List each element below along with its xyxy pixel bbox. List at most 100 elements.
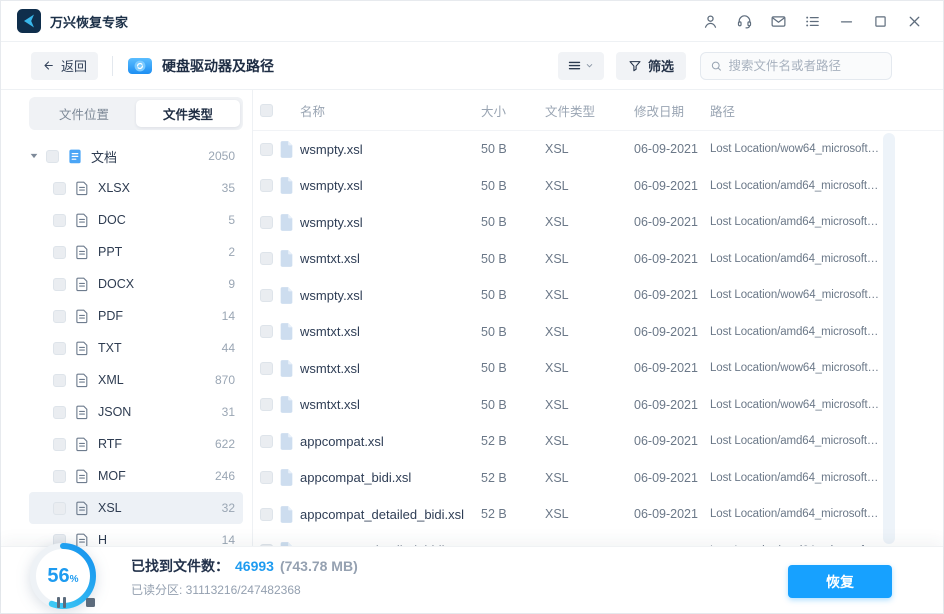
table-row[interactable]: wsmpty.xsl 50 B XSL 06-09-2021 Lost Loca… bbox=[253, 168, 943, 205]
file-icon bbox=[280, 213, 293, 231]
row-checkbox[interactable] bbox=[260, 398, 273, 412]
table-row[interactable]: appcompat.xsl 52 B XSL 06-09-2021 Lost L… bbox=[253, 423, 943, 460]
file-icon bbox=[280, 323, 293, 341]
file-type-label: MOF bbox=[98, 469, 126, 483]
vertical-scrollbar[interactable] bbox=[883, 133, 895, 544]
item-checkbox[interactable] bbox=[53, 373, 66, 387]
file-type-item[interactable]: TXT 44 bbox=[29, 332, 243, 364]
table-row[interactable]: wsmtxt.xsl 50 B XSL 06-09-2021 Lost Loca… bbox=[253, 387, 943, 424]
row-checkbox[interactable] bbox=[260, 507, 273, 521]
filter-button[interactable]: 筛选 bbox=[615, 51, 686, 80]
table-row[interactable]: wsmpty.xsl 50 B XSL 06-09-2021 Lost Loca… bbox=[253, 277, 943, 314]
row-checkbox[interactable] bbox=[260, 142, 273, 156]
file-type-item[interactable]: MOF 246 bbox=[29, 460, 243, 492]
group-checkbox[interactable] bbox=[46, 149, 59, 163]
table-row[interactable]: wsmpty.xsl 50 B XSL 06-09-2021 Lost Loca… bbox=[253, 204, 943, 241]
row-checkbox[interactable] bbox=[260, 325, 273, 339]
row-checkbox[interactable] bbox=[260, 179, 273, 193]
item-checkbox[interactable] bbox=[53, 501, 66, 515]
close-icon[interactable] bbox=[905, 12, 923, 30]
select-all-checkbox[interactable] bbox=[260, 103, 273, 117]
maximize-icon[interactable] bbox=[871, 12, 889, 30]
support-headset-icon[interactable] bbox=[735, 12, 753, 30]
tab-file-type[interactable]: 文件类型 bbox=[136, 100, 240, 127]
file-type-label: DOCX bbox=[98, 277, 135, 291]
file-path: Lost Location/amd64_microsoft-wind... bbox=[710, 216, 904, 229]
table-row[interactable]: appcompat_detailed_bidi.xsl 52 B XSL 06-… bbox=[253, 496, 943, 533]
file-size: 50 B bbox=[481, 397, 507, 412]
task-list-icon[interactable] bbox=[803, 12, 821, 30]
search-input[interactable] bbox=[728, 58, 882, 73]
row-checkbox[interactable] bbox=[260, 215, 273, 229]
file-type-item[interactable]: DOC 5 bbox=[29, 204, 243, 236]
file-path: Lost Location/amd64_microsoft-wind... bbox=[710, 435, 904, 448]
hard-drive-icon bbox=[128, 57, 153, 74]
list-view-icon bbox=[569, 61, 581, 70]
item-checkbox[interactable] bbox=[53, 309, 66, 323]
file-type-item[interactable]: PDF 14 bbox=[29, 300, 243, 332]
file-type-item[interactable]: XLSX 35 bbox=[29, 172, 243, 204]
item-checkbox[interactable] bbox=[53, 245, 66, 259]
caret-down-icon[interactable] bbox=[29, 151, 39, 161]
file-type-count: 246 bbox=[214, 469, 235, 483]
file-type-tree: 文档 2050 XLSX 35 DOC 5 PPT 2 DOCX 9 PDF 1… bbox=[29, 140, 243, 556]
pause-scan-button[interactable] bbox=[57, 597, 66, 608]
file-type: XSL bbox=[545, 434, 569, 449]
file-date: 06-09-2021 bbox=[634, 288, 698, 303]
group-count: 2050 bbox=[208, 149, 235, 163]
item-checkbox[interactable] bbox=[53, 181, 66, 195]
filter-label: 筛选 bbox=[647, 59, 674, 74]
row-checkbox[interactable] bbox=[260, 434, 273, 448]
file-type-icon bbox=[76, 341, 88, 356]
file-date: 06-09-2021 bbox=[634, 397, 698, 412]
file-type-item[interactable]: PPT 2 bbox=[29, 236, 243, 268]
item-checkbox[interactable] bbox=[53, 405, 66, 419]
found-files-count: 46993 bbox=[235, 558, 274, 574]
file-path: Lost Location/amd64_microsoft-wind... bbox=[710, 325, 904, 338]
tree-group-documents[interactable]: 文档 2050 bbox=[29, 140, 243, 172]
table-row[interactable]: appcompat_bidi.xsl 52 B XSL 06-09-2021 L… bbox=[253, 460, 943, 497]
table-row[interactable]: wsmtxt.xsl 50 B XSL 06-09-2021 Lost Loca… bbox=[253, 314, 943, 351]
row-checkbox[interactable] bbox=[260, 471, 273, 485]
recover-button[interactable]: 恢复 bbox=[788, 565, 892, 598]
stop-scan-button[interactable] bbox=[86, 598, 95, 607]
item-checkbox[interactable] bbox=[53, 277, 66, 291]
item-checkbox[interactable] bbox=[53, 469, 66, 483]
file-type-item[interactable]: RTF 622 bbox=[29, 428, 243, 460]
table-row[interactable]: appcompat_detailed_bidi_txt 52 B XSL 06-… bbox=[253, 533, 943, 546]
file-type-count: 44 bbox=[221, 341, 235, 355]
feedback-mail-icon[interactable] bbox=[769, 12, 787, 30]
row-checkbox[interactable] bbox=[260, 288, 273, 302]
tab-file-location[interactable]: 文件位置 bbox=[32, 100, 136, 127]
file-date: 06-09-2021 bbox=[634, 251, 698, 266]
file-name: wsmpty.xsl bbox=[300, 214, 363, 230]
account-icon[interactable] bbox=[701, 12, 719, 30]
toolbar: 返回 硬盘驱动器及路径 筛选 bbox=[1, 42, 943, 90]
file-type-item[interactable]: XSL 32 bbox=[29, 492, 243, 524]
file-name: wsmtxt.xsl bbox=[300, 397, 360, 413]
item-checkbox[interactable] bbox=[53, 341, 66, 355]
file-type-count: 32 bbox=[221, 501, 235, 515]
file-date: 06-09-2021 bbox=[634, 178, 698, 193]
chevron-down-icon bbox=[587, 64, 593, 68]
app-window: 万兴恢复专家 返回 硬盘驱动器及路径 筛选 搜索文件名或者路径 文件位置 文件类… bbox=[0, 0, 944, 614]
item-checkbox[interactable] bbox=[53, 213, 66, 227]
row-checkbox[interactable] bbox=[260, 252, 273, 266]
app-logo-icon bbox=[17, 9, 41, 33]
file-type-item[interactable]: DOCX 9 bbox=[29, 268, 243, 300]
partition-progress: 已读分区: 31113216/247482368 bbox=[131, 583, 301, 597]
back-button[interactable]: 返回 bbox=[31, 51, 99, 80]
file-type-item[interactable]: XML 870 bbox=[29, 364, 243, 396]
row-checkbox[interactable] bbox=[260, 361, 273, 375]
file-type: XSL bbox=[545, 507, 569, 522]
item-checkbox[interactable] bbox=[53, 437, 66, 451]
table-row[interactable]: wsmtxt.xsl 50 B XSL 06-09-2021 Lost Loca… bbox=[253, 241, 943, 278]
minimize-icon[interactable] bbox=[837, 12, 855, 30]
table-row[interactable]: wsmpty.xsl 50 B XSL 06-09-2021 Lost Loca… bbox=[253, 131, 943, 168]
title-bar: 万兴恢复专家 bbox=[1, 1, 943, 42]
view-mode-button[interactable] bbox=[557, 51, 604, 80]
file-type: XSL bbox=[545, 470, 569, 485]
content-area: 文件位置 文件类型 文档 2050 XLSX 35 DOC 5 PPT 2 DO… bbox=[1, 89, 943, 548]
file-type-item[interactable]: JSON 31 bbox=[29, 396, 243, 428]
table-row[interactable]: wsmtxt.xsl 50 B XSL 06-09-2021 Lost Loca… bbox=[253, 350, 943, 387]
